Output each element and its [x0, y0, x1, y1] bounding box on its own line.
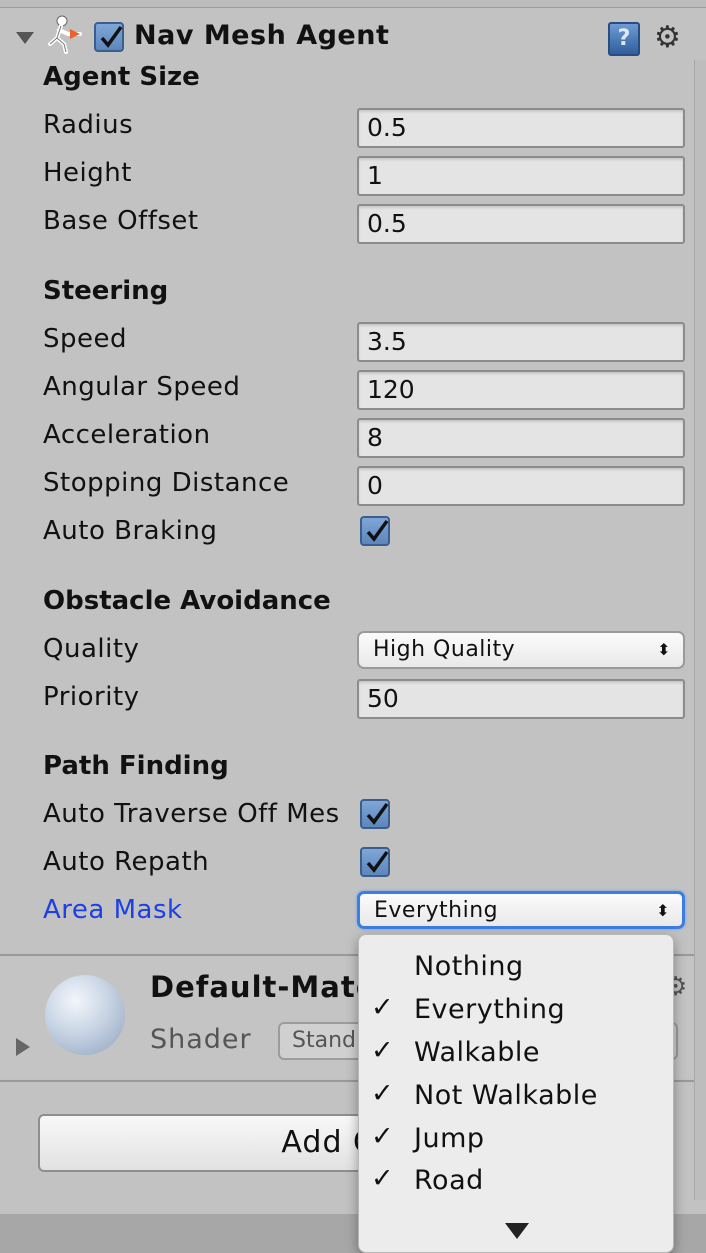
angular-speed-field[interactable]: 120 — [357, 370, 685, 410]
section-steering: Steering — [43, 276, 169, 306]
stopping-distance-field[interactable]: 0 — [357, 466, 685, 506]
scrollbar[interactable] — [694, 60, 706, 1200]
section-path-finding: Path Finding — [43, 751, 229, 781]
quality-value: High Quality — [373, 637, 516, 662]
expand-arrow-icon[interactable] — [16, 1038, 30, 1056]
menu-item-label: Jump — [414, 1123, 485, 1154]
speed-field[interactable]: 3.5 — [357, 322, 685, 362]
checkmark-icon: ✓ — [371, 1035, 395, 1066]
top-divider — [0, 0, 706, 8]
auto-braking-checkbox[interactable] — [360, 516, 390, 546]
material-preview-sphere — [45, 975, 125, 1055]
material-name: Default-Mater — [150, 970, 392, 1004]
acceleration-label: Acceleration — [43, 420, 211, 450]
menu-item-label: Everything — [414, 994, 566, 1025]
menu-item-label: Nothing — [414, 951, 524, 982]
help-icon[interactable]: ? — [608, 22, 640, 56]
auto-repath-label: Auto Repath — [43, 847, 210, 877]
radius-label: Radius — [43, 110, 134, 140]
speed-label: Speed — [43, 324, 128, 354]
checkmark-icon: ✓ — [371, 992, 395, 1023]
menu-item-walkable[interactable]: ✓ Walkable — [359, 1031, 675, 1073]
section-obstacle-avoidance: Obstacle Avoidance — [43, 586, 331, 616]
checkmark-icon: ✓ — [371, 1078, 395, 1109]
base-offset-field[interactable]: 0.5 — [357, 204, 685, 244]
shader-label: Shader — [150, 1024, 252, 1055]
inspector-panel: Nav Mesh Agent ? ⚙ Agent Size Radius 0.5… — [0, 0, 706, 1253]
auto-traverse-checkbox[interactable] — [360, 799, 390, 829]
section-agent-size: Agent Size — [43, 62, 200, 92]
area-mask-menu: Nothing ✓ Everything ✓ Walkable ✓ Not Wa… — [358, 934, 674, 1253]
auto-traverse-label: Auto Traverse Off Mes — [43, 799, 340, 829]
base-offset-label: Base Offset — [43, 206, 199, 236]
component-header: Nav Mesh Agent ? ⚙ — [0, 8, 706, 66]
component-title: Nav Mesh Agent — [134, 20, 390, 51]
nav-agent-icon — [44, 14, 84, 54]
menu-item-not-walkable[interactable]: ✓ Not Walkable — [359, 1074, 675, 1116]
stopping-distance-label: Stopping Distance — [43, 468, 290, 498]
auto-braking-label: Auto Braking — [43, 516, 218, 546]
auto-repath-checkbox[interactable] — [360, 847, 390, 877]
radius-field[interactable]: 0.5 — [357, 108, 685, 148]
fold-arrow-icon[interactable] — [16, 32, 34, 44]
menu-item-label: Not Walkable — [414, 1080, 598, 1111]
acceleration-field[interactable]: 8 — [357, 418, 685, 458]
area-mask-value: Everything — [374, 898, 499, 923]
area-mask-label: Area Mask — [43, 895, 183, 925]
menu-item-everything[interactable]: ✓ Everything — [359, 988, 675, 1030]
menu-item-label: Road — [414, 1165, 484, 1196]
height-field[interactable]: 1 — [357, 156, 685, 196]
updown-arrows-icon: ⬍ — [656, 901, 670, 920]
settings-gear-icon[interactable]: ⚙ — [654, 20, 681, 55]
quality-dropdown[interactable]: High Quality ⬍ — [357, 631, 685, 669]
priority-field[interactable]: 50 — [357, 679, 685, 719]
height-label: Height — [43, 158, 132, 188]
checkmark-icon: ✓ — [371, 1163, 395, 1194]
menu-item-label: Walkable — [414, 1037, 540, 1068]
menu-item-road[interactable]: ✓ Road — [359, 1159, 675, 1201]
angular-speed-label: Angular Speed — [43, 372, 241, 402]
area-mask-dropdown[interactable]: Everything ⬍ — [357, 891, 685, 929]
menu-item-nothing[interactable]: Nothing — [359, 945, 675, 987]
scroll-down-arrow-icon[interactable] — [505, 1223, 529, 1239]
priority-label: Priority — [43, 682, 140, 712]
menu-item-jump[interactable]: ✓ Jump — [359, 1117, 675, 1159]
checkmark-icon: ✓ — [371, 1121, 395, 1152]
component-enabled-checkbox[interactable] — [94, 22, 124, 52]
updown-arrows-icon: ⬍ — [657, 640, 671, 659]
quality-label: Quality — [43, 634, 140, 664]
